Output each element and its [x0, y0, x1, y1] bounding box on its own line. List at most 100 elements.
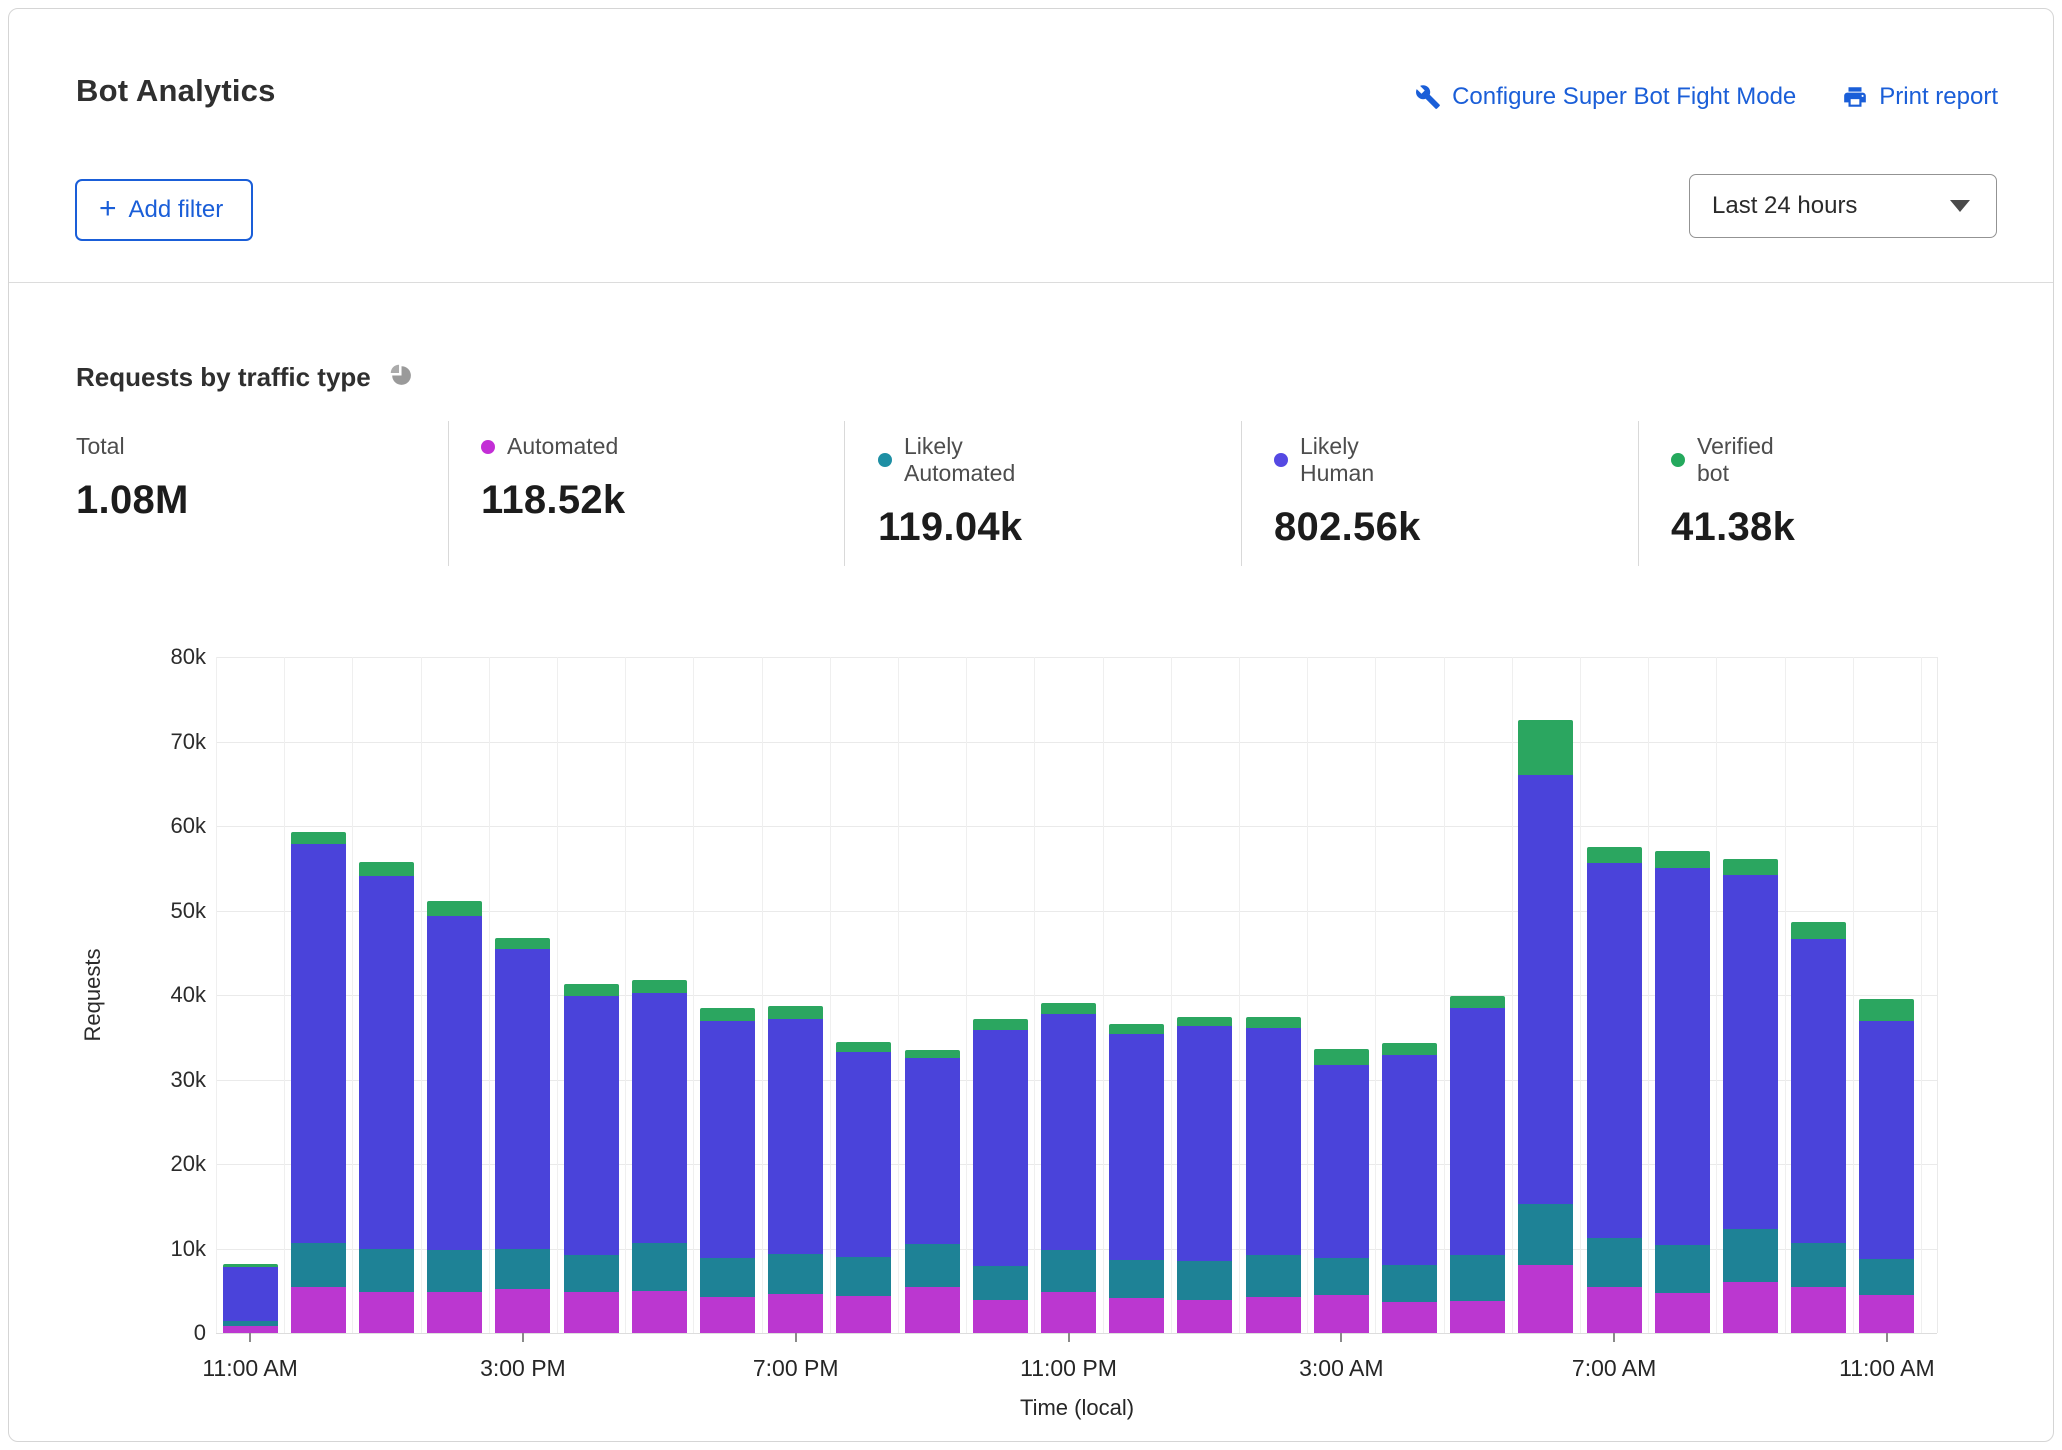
- bar-segment-likely-automated: [632, 1243, 687, 1291]
- bar-segment-likely-human: [905, 1058, 960, 1244]
- bar-group-9-00-pm[interactable]: [905, 1050, 960, 1333]
- bar-segment-verified-bot: [1859, 999, 1914, 1021]
- time-range-value: Last 24 hours: [1712, 192, 1857, 220]
- bar-segment-likely-human: [836, 1052, 891, 1257]
- bar-segment-verified-bot: [291, 832, 346, 844]
- stat-label: Likely Human: [1300, 433, 1421, 487]
- bar-group-6-00-am[interactable]: [1518, 720, 1573, 1333]
- stat-total[interactable]: Total1.08M: [76, 433, 189, 523]
- configure-super-bot-fight-mode-link[interactable]: Configure Super Bot Fight Mode: [1415, 83, 1796, 111]
- bar-segment-likely-human: [973, 1030, 1028, 1267]
- configure-link-label: Configure Super Bot Fight Mode: [1452, 83, 1796, 111]
- x-axis-title: Time (local): [1020, 1395, 1134, 1421]
- bar-segment-automated: [291, 1287, 346, 1333]
- x-axis-tick-label: 11:00 AM: [202, 1355, 297, 1382]
- legend-dot: [878, 453, 892, 467]
- bar-segment-verified-bot: [1314, 1049, 1369, 1065]
- bar-group-11-00-pm[interactable]: [1041, 1003, 1096, 1333]
- bar-segment-automated: [1723, 1282, 1778, 1333]
- bar-group-10-00-am[interactable]: [1791, 922, 1846, 1334]
- bar-group-5-00-pm[interactable]: [632, 980, 687, 1333]
- time-range-select[interactable]: Last 24 hours: [1689, 174, 1997, 238]
- bar-group-9-00-am[interactable]: [1723, 859, 1778, 1333]
- add-filter-label: Add filter: [129, 196, 224, 224]
- bar-segment-verified-bot: [359, 862, 414, 876]
- bar-segment-verified-bot: [1655, 851, 1710, 869]
- x-axis-tick-mark: [1613, 1333, 1615, 1342]
- printer-icon: [1842, 84, 1868, 110]
- stat-automated[interactable]: Automated118.52k: [481, 433, 625, 523]
- x-axis-tick-label: 3:00 PM: [480, 1355, 566, 1382]
- bar-segment-likely-automated: [1859, 1259, 1914, 1295]
- bar-group-2-00-am[interactable]: [1246, 1017, 1301, 1333]
- bar-segment-likely-automated: [1791, 1243, 1846, 1286]
- bar-group-5-00-am[interactable]: [1450, 996, 1505, 1333]
- x-axis-tick-label: 3:00 AM: [1299, 1355, 1383, 1382]
- chevron-down-icon: [1950, 200, 1970, 212]
- bar-segment-automated: [1109, 1298, 1164, 1333]
- bar-segment-likely-human: [1450, 1008, 1505, 1256]
- x-axis-tick-label: 11:00 AM: [1839, 1355, 1934, 1382]
- bar-segment-likely-automated: [836, 1257, 891, 1296]
- bar-segment-automated: [1041, 1292, 1096, 1333]
- add-filter-button[interactable]: + Add filter: [75, 179, 253, 241]
- bar-group-4-00-pm[interactable]: [564, 984, 619, 1333]
- bar-group-2-00-pm[interactable]: [427, 901, 482, 1333]
- bar-group-12-00-pm[interactable]: [291, 832, 346, 1333]
- x-axis-tick-label: 7:00 PM: [753, 1355, 839, 1382]
- x-axis-tick-mark: [522, 1333, 524, 1342]
- x-gridline: [1375, 657, 1376, 1333]
- bar-group-7-00-pm[interactable]: [768, 1006, 823, 1333]
- bot-analytics-card: Bot Analytics Configure Super Bot Fight …: [8, 8, 2054, 1442]
- stat-likely-human[interactable]: Likely Human802.56k: [1274, 433, 1421, 550]
- bar-group-6-00-pm[interactable]: [700, 1008, 755, 1333]
- bar-segment-likely-human: [1177, 1026, 1232, 1261]
- bar-segment-likely-human: [564, 996, 619, 1255]
- x-gridline: [421, 657, 422, 1333]
- bar-segment-automated: [1655, 1293, 1710, 1333]
- bar-segment-likely-human: [700, 1021, 755, 1258]
- stat-verified-bot[interactable]: Verified bot41.38k: [1671, 433, 1795, 550]
- bar-segment-verified-bot: [427, 901, 482, 915]
- bar-segment-likely-human: [1655, 868, 1710, 1245]
- bar-group-4-00-am[interactable]: [1382, 1043, 1437, 1333]
- bar-segment-verified-bot: [700, 1008, 755, 1022]
- x-gridline: [693, 657, 694, 1333]
- bar-group-1-00-am[interactable]: [1177, 1017, 1232, 1333]
- x-gridline: [1853, 657, 1854, 1333]
- stat-likely-automated[interactable]: Likely Automated119.04k: [878, 433, 1022, 550]
- bar-segment-automated: [427, 1292, 482, 1333]
- bar-group-10-00-pm[interactable]: [973, 1019, 1028, 1333]
- bar-segment-likely-automated: [1450, 1255, 1505, 1301]
- bar-group-11-00-am[interactable]: [1859, 999, 1914, 1333]
- y-axis-tick-label: 70k: [136, 729, 206, 755]
- bar-group-8-00-pm[interactable]: [836, 1042, 891, 1333]
- x-gridline: [1171, 657, 1172, 1333]
- print-report-link[interactable]: Print report: [1842, 83, 1998, 111]
- x-axis-line: [216, 1333, 1937, 1334]
- bar-segment-verified-bot: [768, 1006, 823, 1019]
- bar-group-3-00-pm[interactable]: [495, 938, 550, 1333]
- bar-segment-automated: [564, 1292, 619, 1333]
- x-gridline: [1239, 657, 1240, 1333]
- bar-segment-likely-automated: [1655, 1245, 1710, 1293]
- bar-segment-automated: [1246, 1297, 1301, 1333]
- x-gridline: [1785, 657, 1786, 1333]
- x-axis-tick-mark: [1886, 1333, 1888, 1342]
- bar-segment-verified-bot: [495, 938, 550, 950]
- bar-group-3-00-am[interactable]: [1314, 1049, 1369, 1333]
- bar-segment-verified-bot: [564, 984, 619, 996]
- bar-group-8-00-am[interactable]: [1655, 851, 1710, 1333]
- bar-group-7-00-am[interactable]: [1587, 847, 1642, 1333]
- bar-group-1-00-pm[interactable]: [359, 862, 414, 1333]
- bar-segment-likely-automated: [564, 1255, 619, 1292]
- x-gridline: [557, 657, 558, 1333]
- x-gridline: [284, 657, 285, 1333]
- stat-label: Verified bot: [1697, 433, 1795, 487]
- bar-group-12-00-am[interactable]: [1109, 1024, 1164, 1333]
- bar-group-11-00-am[interactable]: [223, 1264, 278, 1333]
- x-gridline: [966, 657, 967, 1333]
- stat-divider: [1241, 421, 1242, 566]
- bar-segment-verified-bot: [632, 980, 687, 994]
- bar-segment-verified-bot: [973, 1019, 1028, 1030]
